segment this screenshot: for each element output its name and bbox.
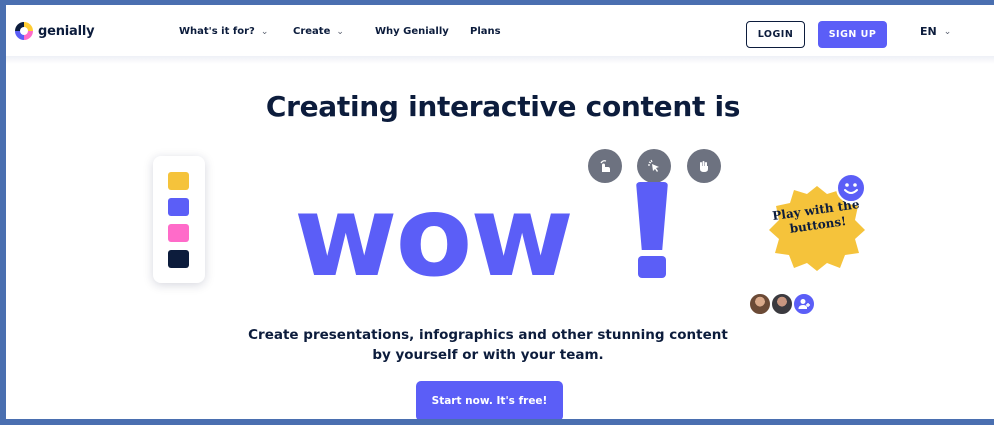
chevron-down-icon: ⌄ [260,26,269,37]
nav-item-whats-it-for[interactable]: What's it for? ⌄ [179,26,268,37]
chevron-down-icon: ⌄ [336,26,344,37]
exclamation-bar [636,182,668,250]
pointer-hand-icon [600,160,610,172]
language-selector[interactable]: EN ⌄ [920,25,951,38]
chevron-down-icon: ⌄ [943,26,952,37]
color-swatch-blue[interactable] [168,198,189,216]
genially-logo-icon [15,22,33,40]
click-button[interactable] [637,149,671,183]
brand-name: genially [38,23,95,39]
nav-item-label: Create [293,26,331,37]
hero-headline: Creating interactive content is [265,90,741,123]
nav-item-plans[interactable]: Plans [470,26,501,37]
add-collaborator-button[interactable] [792,292,816,316]
collaborator-avatar[interactable] [770,292,794,316]
click-icon [648,159,659,172]
wow-text: wow [294,172,574,302]
grab-hand-icon [700,161,708,172]
exclamation-dot [638,256,666,278]
login-button[interactable]: LOGIN [746,21,805,48]
smiley-icon [844,183,858,194]
brand-logo[interactable]: genially [15,22,95,40]
browser-frame: genially What's it for? ⌄ Create ⌄ Why G… [0,0,994,425]
grab-hand-button[interactable] [687,149,721,183]
nav-item-label: Plans [470,26,501,37]
add-user-icon [798,299,810,309]
nav-item-create[interactable]: Create ⌄ [293,26,344,37]
collaborator-avatar[interactable] [748,292,772,316]
color-swatch-navy[interactable] [168,250,189,268]
color-swatch-yellow[interactable] [168,172,189,190]
nav-item-label: What's it for? [179,26,255,37]
nav-item-label: Why Genially [375,26,449,37]
color-palette [153,156,205,283]
start-now-button[interactable]: Start now. It's free! [416,381,563,419]
hero-subtitle: Create presentations, infographics and o… [248,327,728,363]
language-label: EN [920,25,937,38]
smiley-button[interactable] [836,173,866,203]
signup-button[interactable]: SIGN UP [818,21,887,48]
pointer-hand-button[interactable] [588,149,622,183]
color-swatch-pink[interactable] [168,224,189,242]
nav-item-why-genially[interactable]: Why Genially [375,26,449,37]
top-navbar: genially What's it for? ⌄ Create ⌄ Why G… [6,5,994,56]
